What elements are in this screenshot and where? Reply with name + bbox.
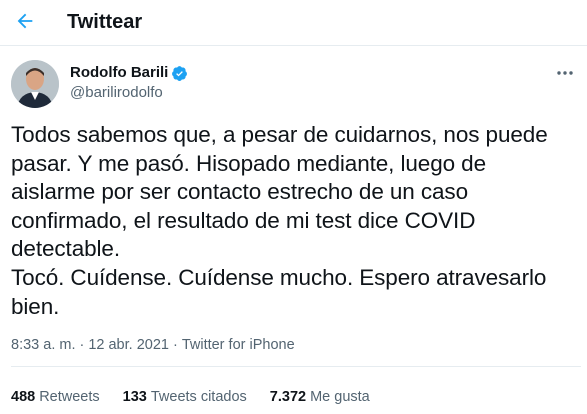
tweet-source[interactable]: Twitter for iPhone	[182, 336, 295, 354]
likes-label: Me gusta	[310, 389, 370, 405]
verified-badge-icon	[171, 65, 188, 82]
retweets-label: Retweets	[39, 389, 100, 405]
retweets-count: 488	[11, 389, 36, 405]
tweet-time[interactable]: 8:33 a. m.	[11, 336, 75, 354]
arrow-left-icon	[14, 10, 36, 37]
author-name-row: Rodolfo Barili	[70, 63, 188, 83]
retweets-stat[interactable]: 488 Retweets	[11, 388, 100, 406]
avatar[interactable]	[11, 60, 59, 108]
tweet-date[interactable]: 12 abr. 2021	[88, 336, 169, 354]
tweet-metadata: 8:33 a. m. · 12 abr. 2021 · Twitter for …	[11, 336, 295, 354]
meta-separator: ·	[79, 337, 85, 353]
author-name[interactable]: Rodolfo Barili	[70, 63, 168, 83]
divider	[11, 366, 581, 367]
quotes-label: Tweets citados	[150, 389, 247, 405]
more-horizontal-icon	[556, 63, 574, 81]
tweet-text: Todos sabemos que, a pesar de cuidarnos,…	[11, 122, 548, 319]
likes-count: 7.372	[269, 389, 307, 405]
quote-tweets-stat[interactable]: 133 Tweets citados	[123, 388, 247, 406]
more-options-button[interactable]	[552, 62, 578, 82]
likes-stat[interactable]: 7.372 Me gusta	[270, 388, 370, 406]
meta-separator: ·	[172, 337, 178, 353]
back-button[interactable]	[6, 4, 44, 42]
quotes-count: 133	[122, 389, 147, 405]
author-handle[interactable]: @barilirodolfo	[70, 83, 163, 103]
top-header: Twittear	[0, 0, 587, 46]
page-title: Twittear	[67, 11, 143, 33]
engagement-stats: 488 Retweets 133 Tweets citados 7.372 Me gu…	[11, 388, 393, 406]
